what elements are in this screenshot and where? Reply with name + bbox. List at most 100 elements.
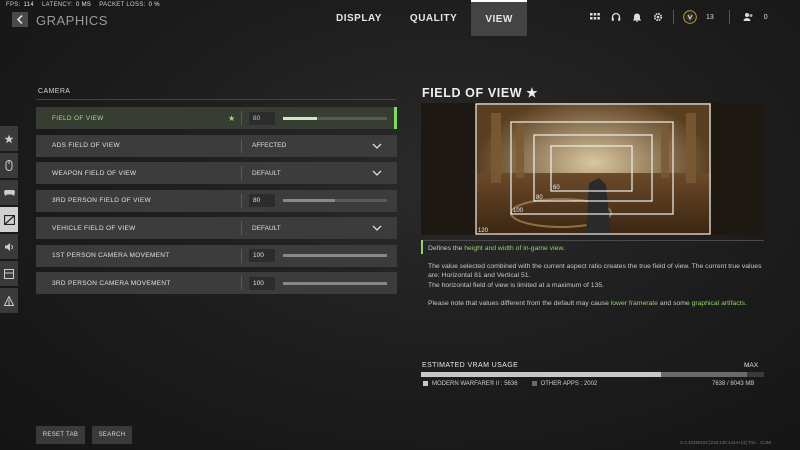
divider: [728, 10, 730, 24]
setting-label: ADS FIELD OF VIEW: [52, 142, 120, 149]
setting-label: FIELD OF VIEW: [52, 114, 104, 122]
favorite-star-icon[interactable]: ★: [228, 114, 235, 123]
nav-favorites[interactable]: [0, 126, 18, 151]
tab-quality[interactable]: QUALITY: [396, 0, 471, 36]
setting-vehicle-field-of-view[interactable]: VEHICLE FIELD OF VIEW DEFAULT: [36, 217, 397, 239]
chevron-down-icon[interactable]: [372, 143, 382, 149]
level-badge-icon: [683, 10, 697, 24]
nav-interface[interactable]: [0, 261, 18, 286]
fps-stat: FPS: 114: [6, 2, 35, 8]
nav-mouse[interactable]: [0, 153, 18, 178]
setting-label: WEAPON FIELD OF VIEW: [52, 169, 137, 177]
chevron-down-icon[interactable]: [372, 170, 382, 176]
star-icon: [4, 134, 14, 143]
nav-controller[interactable]: [0, 180, 18, 205]
vram-legend: MODERN WARFARE® II : 5636 OTHER APPS : 2…: [423, 381, 597, 387]
dropdown-value[interactable]: DEFAULT: [252, 170, 372, 177]
divider: [241, 166, 242, 180]
tab-display[interactable]: DISPLAY: [322, 0, 396, 36]
setting-value[interactable]: 100: [249, 249, 275, 262]
third-person-camera-slider[interactable]: [283, 281, 387, 285]
friends-count: 0: [763, 13, 768, 21]
fov-preview-image: 120 100 80 60: [421, 103, 764, 235]
fov-slider[interactable]: [283, 116, 387, 120]
tab-bar: DISPLAY QUALITY VIEW: [322, 0, 527, 36]
divider: [241, 221, 242, 235]
vram-total: 7638 / 8043 MB: [712, 381, 755, 387]
nav-account[interactable]: [0, 288, 18, 313]
setting-field-of-view[interactable]: FIELD OF VIEW ★ 80: [36, 107, 397, 129]
vram-legend-mw: MODERN WARFARE® II : 5636: [423, 381, 518, 387]
vram-mw-segment: [421, 372, 662, 377]
divider: [241, 193, 242, 208]
player-level: 13: [706, 13, 714, 21]
settings-category-nav: [0, 126, 18, 315]
bell-icon[interactable]: [631, 11, 643, 23]
packet-loss-stat: PACKET LOSS: 0 %: [99, 2, 160, 8]
gear-icon[interactable]: [652, 11, 664, 23]
dropdown-value[interactable]: DEFAULT: [252, 225, 372, 232]
setting-label: 3RD PERSON CAMERA MOVEMENT: [52, 279, 171, 287]
chevron-left-icon: [16, 15, 23, 24]
divider: [241, 276, 242, 290]
setting-3rd-person-camera-movement[interactable]: 3RD PERSON CAMERA MOVEMENT 100: [36, 272, 397, 294]
search-button[interactable]: SEARCH: [92, 426, 132, 444]
section-label-camera: CAMERA: [38, 88, 71, 95]
interface-icon: [4, 268, 14, 279]
top-icons: 13 0: [589, 10, 768, 24]
fov-label-60: 60: [553, 185, 560, 191]
info-accent-bar: [421, 240, 423, 254]
setting-value[interactable]: 80: [249, 111, 275, 125]
build-info: S.3.10480162 [216:135:1444+11] Tmc . CUN…: [680, 440, 772, 445]
setting-3rd-person-field-of-view[interactable]: 3RD PERSON FIELD OF VIEW 80: [36, 189, 397, 212]
nav-audio[interactable]: [0, 234, 18, 259]
vram-max-label: MAX: [744, 362, 759, 369]
first-person-camera-slider[interactable]: [283, 254, 387, 257]
friends-icon[interactable]: [743, 11, 755, 23]
headset-icon[interactable]: [610, 11, 622, 23]
info-description: Defines the height and width of in-game …: [428, 244, 768, 317]
reset-tab-button[interactable]: RESET TAB: [36, 426, 85, 444]
divider: [241, 111, 242, 125]
section-divider: [36, 99, 396, 100]
dropdown-value[interactable]: AFFECTED: [252, 142, 372, 149]
setting-label: 1ST PERSON CAMERA MOVEMENT: [52, 252, 170, 259]
setting-weapon-field-of-view[interactable]: WEAPON FIELD OF VIEW DEFAULT: [36, 162, 397, 184]
divider: [241, 138, 242, 153]
setting-value[interactable]: 80: [249, 194, 275, 207]
vram-legend-other: OTHER APPS : 2002: [531, 381, 597, 387]
info-para-3: Please note that values different from t…: [428, 299, 747, 307]
info-para-2: The value selected combined with the cur…: [428, 263, 762, 280]
audio-icon: [4, 242, 13, 251]
favorite-star-icon: ★: [526, 86, 539, 100]
divider: [241, 248, 242, 263]
grid-icon[interactable]: [589, 11, 601, 23]
setting-1st-person-camera-movement[interactable]: 1ST PERSON CAMERA MOVEMENT 100: [36, 244, 397, 267]
account-icon: [4, 295, 14, 306]
mouse-icon: [5, 160, 13, 171]
tab-view[interactable]: VIEW: [471, 0, 527, 36]
page-title: GRAPHICS: [36, 13, 108, 28]
info-panel-title: FIELD OF VIEW ★: [422, 86, 539, 100]
fov-label-100: 100: [513, 208, 524, 214]
vram-usage-bar: [421, 372, 764, 377]
vram-usage-label: ESTIMATED VRAM USAGE: [422, 362, 519, 369]
vram-other-segment: [661, 372, 747, 377]
nav-graphics[interactable]: [0, 207, 18, 232]
settings-list: FIELD OF VIEW ★ 80 ADS FIELD OF VIEW AFF…: [36, 107, 397, 300]
fov-label-80: 80: [536, 195, 543, 201]
info-para-2b: The horizontal field of view is limited …: [428, 281, 605, 289]
latency-stat: LATENCY: 0 MS: [42, 2, 92, 8]
divider: [673, 10, 674, 24]
graphics-icon: [3, 214, 15, 225]
info-divider: [421, 240, 764, 241]
chevron-down-icon[interactable]: [372, 225, 382, 231]
fov-label-120: 120: [478, 228, 489, 234]
setting-ads-field-of-view[interactable]: ADS FIELD OF VIEW AFFECTED: [36, 134, 397, 157]
third-person-fov-slider[interactable]: [283, 199, 387, 202]
setting-label: 3RD PERSON FIELD OF VIEW: [52, 197, 151, 204]
setting-value[interactable]: 100: [249, 276, 275, 290]
back-button[interactable]: [12, 12, 28, 27]
info-para-1: Defines the height and width of in-game …: [428, 245, 565, 252]
controller-icon: [3, 189, 15, 196]
